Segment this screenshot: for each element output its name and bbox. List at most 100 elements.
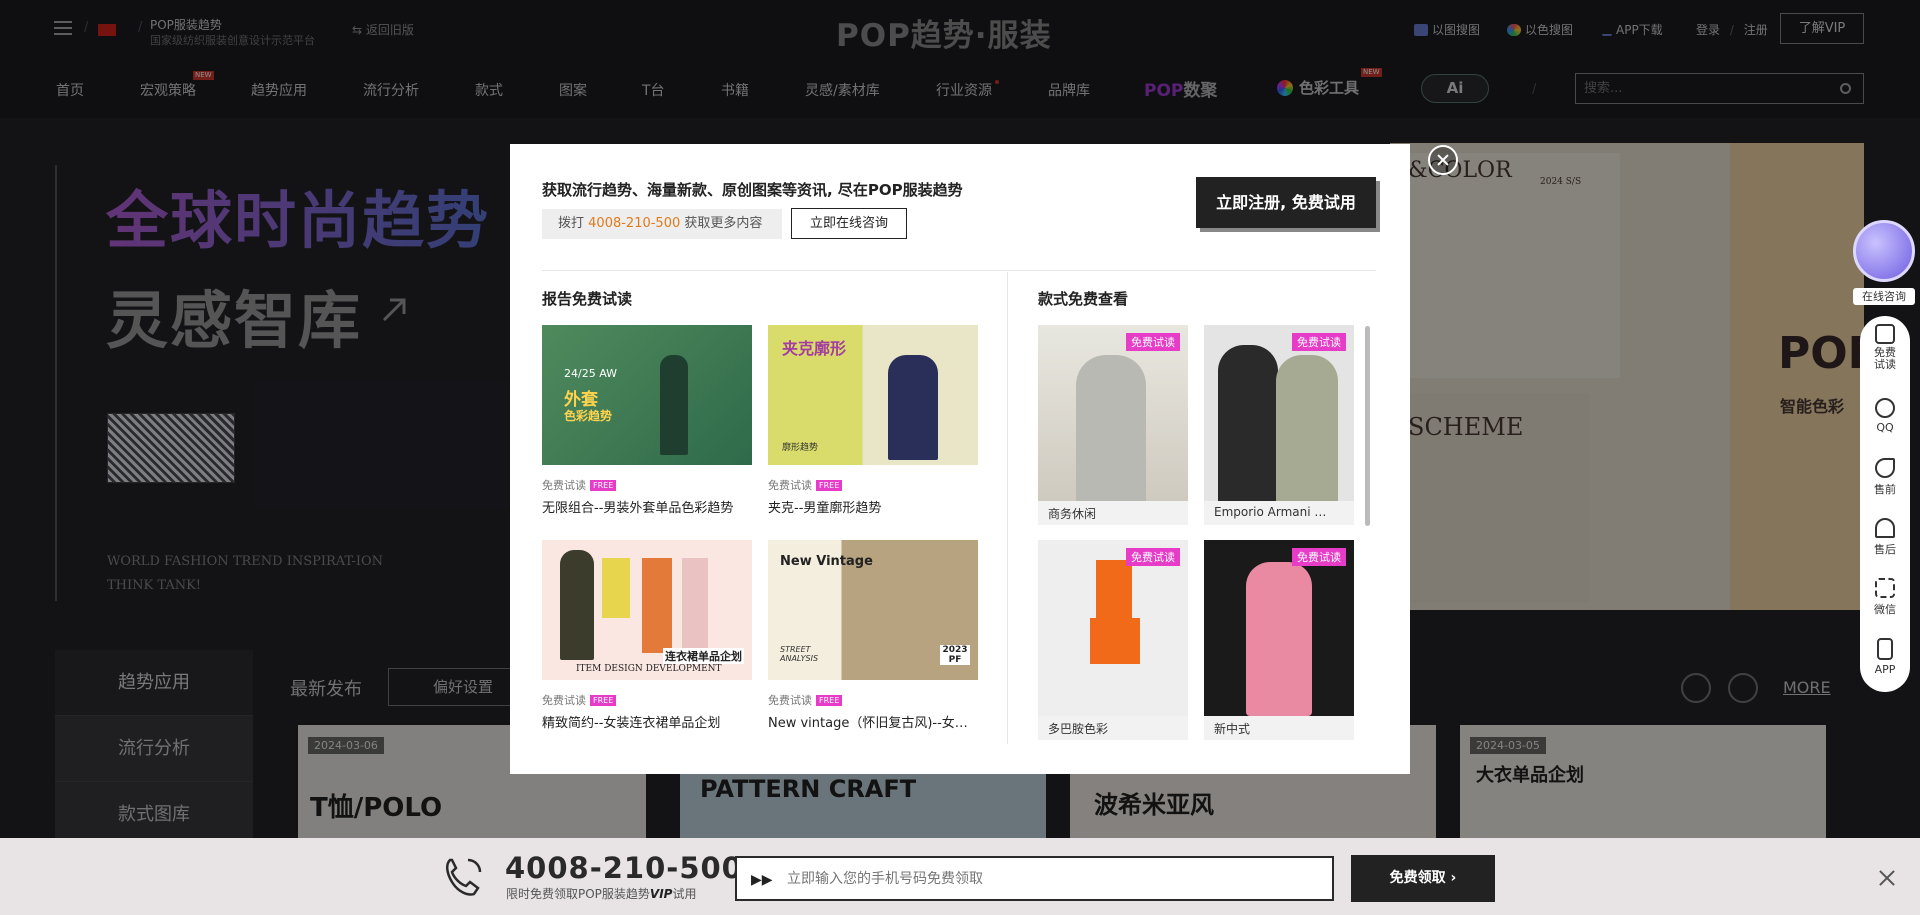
- free-tag: FREE: [816, 695, 843, 706]
- online-chat-icon[interactable]: [1853, 220, 1915, 282]
- free-read-badge: 免费试读: [1126, 333, 1180, 351]
- dress-image: [642, 558, 672, 653]
- style-image: [1038, 540, 1188, 716]
- phone-number: 4008-210-500: [588, 216, 681, 231]
- free-read-badge: 免费试读: [1292, 333, 1346, 351]
- report-image: 夹克廓形 廓形趋势: [768, 325, 978, 465]
- float-label: QQ: [1876, 421, 1894, 434]
- style-image: [1204, 325, 1354, 501]
- report-name: 夹克--男童廓形趋势: [768, 501, 882, 516]
- report-name: 无限组合--男装外套单品色彩趋势: [542, 501, 734, 516]
- skirt-garment: [1090, 618, 1140, 664]
- style-caption: Emporio Armani …: [1214, 505, 1327, 519]
- qq-icon: [1875, 398, 1895, 418]
- promo-text-b: 试用: [672, 887, 697, 901]
- qq-float-button[interactable]: QQ: [1860, 398, 1910, 434]
- trial-text: 免费试读: [768, 479, 812, 492]
- report-image: New Vintage STREET ANALYSIS 2023 PF: [768, 540, 978, 680]
- phone-number-input[interactable]: [787, 858, 1317, 899]
- model-figure: [660, 355, 688, 455]
- style-card[interactable]: 免费试读 新中式: [1204, 540, 1354, 740]
- float-label: 售后: [1874, 543, 1896, 556]
- report-card[interactable]: New Vintage STREET ANALYSIS 2023 PF 免费试读…: [768, 540, 978, 731]
- float-label: 售前: [1874, 483, 1896, 496]
- trial-modal: 获取流行趋势、海量新款、原创图案等资讯, 尽在POP服装趋势 拨打 4008-2…: [510, 144, 1410, 774]
- report-name: 精致简约--女装连衣裙单品企划: [542, 716, 721, 731]
- online-consult-button[interactable]: 立即在线咨询: [791, 208, 907, 239]
- report-image-subtitle: STREET ANALYSIS: [780, 645, 819, 663]
- side-float-bar: 免费试读 QQ 售前 售后 微信 APP: [1860, 316, 1910, 692]
- report-image-title: 连衣裙单品企划: [663, 648, 744, 664]
- trial-label: 免费试读 FREE: [542, 477, 752, 493]
- style-caption: 商务休闲: [1048, 507, 1097, 521]
- style-card[interactable]: 免费试读 Emporio Armani …: [1204, 325, 1354, 525]
- styles-scrollbar[interactable]: [1365, 326, 1370, 526]
- style-image: [1038, 325, 1188, 501]
- phone-suffix: 获取更多内容: [684, 216, 763, 231]
- float-label: 微信: [1874, 603, 1896, 616]
- report-image: 连衣裙单品企划 ITEM DESIGN DEVELOPMENT: [542, 540, 752, 680]
- model-figure: [560, 550, 594, 660]
- phone-icon: [1875, 458, 1895, 478]
- free-tag: FREE: [590, 480, 617, 491]
- free-tag: FREE: [590, 695, 617, 706]
- style-card[interactable]: 免费试读 多巴胺色彩: [1038, 540, 1188, 740]
- free-read-badge: 免费试读: [1292, 548, 1346, 566]
- report-image-subtitle: ITEM DESIGN DEVELOPMENT: [576, 664, 722, 674]
- phone-prefix: 拨打: [558, 216, 585, 231]
- report-image: 24/25 AW 外套 色彩趋势: [542, 325, 752, 465]
- trial-label: 免费试读 FREE: [542, 692, 752, 708]
- report-season: 2023 PF: [940, 645, 970, 665]
- presales-float-button[interactable]: 售前: [1860, 458, 1910, 497]
- top-garment: [1096, 560, 1132, 620]
- wechat-float-button[interactable]: 微信: [1860, 578, 1910, 617]
- trial-text: 免费试读: [768, 694, 812, 707]
- model-figure: [1076, 355, 1146, 501]
- mobile-icon: [1877, 638, 1893, 660]
- close-bottom-bar-icon[interactable]: [1877, 868, 1897, 888]
- report-image-title: New Vintage: [780, 554, 873, 569]
- divider: [1007, 272, 1008, 744]
- model-figure: [1218, 345, 1278, 501]
- modal-close-icon[interactable]: [1428, 145, 1458, 175]
- report-card[interactable]: 连衣裙单品企划 ITEM DESIGN DEVELOPMENT 免费试读 FREE…: [542, 540, 752, 731]
- online-chat-label[interactable]: 在线咨询: [1853, 288, 1915, 305]
- float-label: APP: [1874, 663, 1896, 676]
- trial-text: 免费试读: [542, 479, 586, 492]
- styles-section-title: 款式免费查看: [1038, 290, 1129, 308]
- report-card[interactable]: 24/25 AW 外套 色彩趋势 免费试读 FREE 无限组合--男装外套单品色彩…: [542, 325, 752, 516]
- trial-text: 免费试读: [542, 694, 586, 707]
- free-trial-float-button[interactable]: 免费试读: [1860, 324, 1910, 371]
- report-season: 24/25 AW: [564, 367, 617, 380]
- bottom-promo-text: 限时免费领取POP服装趋势VIP试用: [506, 885, 696, 902]
- phone-input-box: ▶▶: [735, 856, 1334, 901]
- free-tag: FREE: [816, 480, 843, 491]
- model-figure: [888, 355, 938, 460]
- double-arrow-icon: ▶▶: [751, 872, 773, 888]
- float-label: 免费试读: [1874, 346, 1896, 371]
- style-caption: 多巴胺色彩: [1048, 722, 1109, 736]
- report-name: New vintage（怀旧复古风)--女…: [768, 716, 968, 731]
- headset-icon: [1875, 518, 1895, 538]
- claim-free-label: 免费领取: [1389, 870, 1446, 886]
- dress-image: [602, 558, 630, 618]
- aftersales-float-button[interactable]: 售后: [1860, 518, 1910, 557]
- reports-section-title: 报告免费试读: [542, 290, 633, 308]
- style-card[interactable]: 免费试读 商务休闲: [1038, 325, 1188, 525]
- qr-code-icon: [1875, 578, 1895, 598]
- model-figure: [1276, 355, 1338, 501]
- divider: [542, 270, 1376, 271]
- book-icon: [1875, 324, 1895, 344]
- app-float-button[interactable]: APP: [1860, 638, 1910, 676]
- modal-headline: 获取流行趋势、海量新款、原创图案等资讯, 尽在POP服装趋势: [542, 181, 963, 199]
- claim-free-button[interactable]: 免费领取 ›: [1351, 855, 1495, 902]
- bottom-phone-number: 4008-210-500: [505, 851, 743, 885]
- register-free-trial-button[interactable]: 立即注册, 免费试用: [1196, 177, 1376, 228]
- report-image-subtitle: 廓形趋势: [782, 443, 819, 453]
- trial-label: 免费试读 FREE: [768, 692, 978, 708]
- phone-info: 拨打 4008-210-500 获取更多内容: [542, 209, 782, 239]
- report-image-subtitle: 色彩趋势: [564, 409, 613, 423]
- dress-image: [682, 558, 708, 653]
- free-read-badge: 免费试读: [1126, 548, 1180, 566]
- report-card[interactable]: 夹克廓形 廓形趋势 免费试读 FREE 夹克--男童廓形趋势: [768, 325, 978, 516]
